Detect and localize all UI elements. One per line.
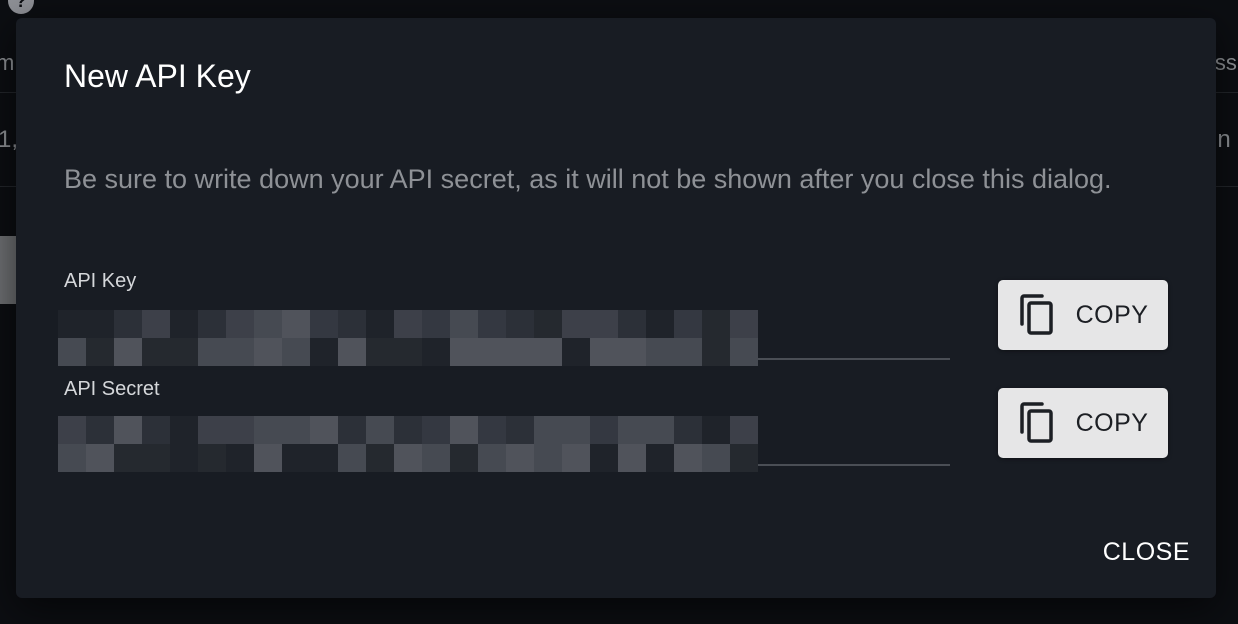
dialog-description: Be sure to write down your API secret, a…: [64, 164, 1112, 194]
copy-api-secret-button[interactable]: COPY: [998, 388, 1168, 458]
copy-icon: [1018, 402, 1054, 444]
api-key-redacted-value: [58, 310, 758, 366]
api-secret-redacted-value: [58, 416, 758, 472]
dialog-title: New API Key: [64, 58, 251, 94]
copy-button-label: COPY: [1075, 408, 1149, 437]
new-api-key-dialog: New API Key Be sure to write down your A…: [16, 18, 1216, 598]
bg-column-header-left: m: [0, 50, 15, 75]
copy-button-label: COPY: [1075, 300, 1149, 329]
api-key-label: API Key: [64, 270, 137, 292]
api-secret-label: API Secret: [64, 378, 160, 400]
close-button[interactable]: CLOSE: [1080, 532, 1190, 572]
copy-icon: [1018, 294, 1054, 336]
api-secret-field[interactable]: [58, 416, 950, 472]
copy-api-key-button[interactable]: COPY: [998, 280, 1168, 350]
help-icon[interactable]: ?: [8, 0, 34, 14]
api-key-field[interactable]: [58, 310, 950, 366]
